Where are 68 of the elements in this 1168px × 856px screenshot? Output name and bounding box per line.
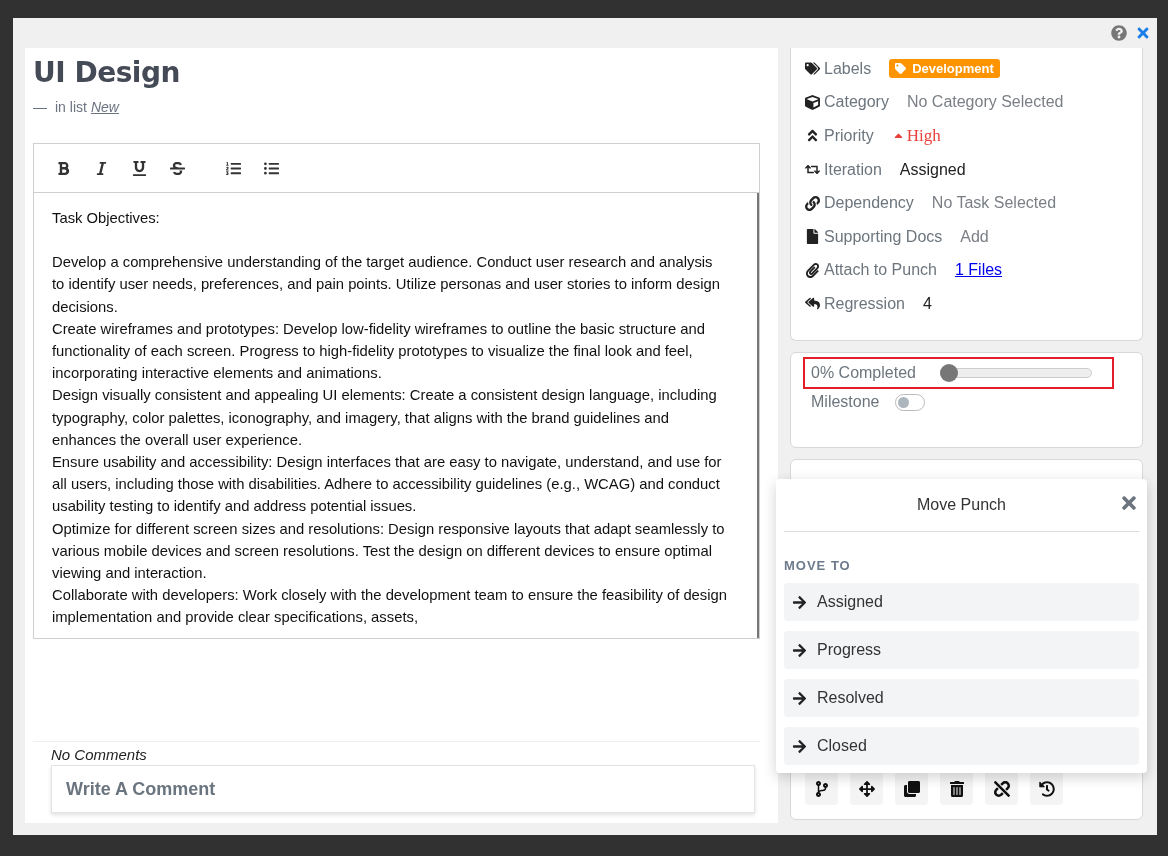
detail-label: Category — [824, 93, 889, 112]
comment-field[interactable]: Write A Comment — [51, 765, 755, 813]
branch-icon — [813, 780, 830, 797]
detail-label: Labels — [824, 59, 872, 78]
copy-button[interactable] — [895, 772, 928, 805]
detail-label: Priority — [824, 127, 874, 145]
editor-paragraph: Ensure usability and accessibility: Design interfaces that are easy to navigate, understand, and use for all users, including those with disabilities. Adhere to accessibility guidelines (e.g., WCAG) and conduct usability testing to identify and address potential issues. — [52, 453, 723, 517]
detail-label: Supporting Docs — [824, 227, 943, 246]
list-link[interactable]: New — [90, 99, 119, 115]
editor-paragraph: Create wireframes and prototypes: Develop low-fidelity wireframes to outline the basic structure and functionality of each screen. Progress to high-fidelity prototypes to visualize the final look and feel, incorporating interactive elements and animations. — [52, 319, 706, 384]
file-icon — [805, 229, 820, 245]
tag-text: Development — [912, 61, 994, 77]
detail-label: Dependency — [824, 194, 914, 213]
detail-value: No Task Selected — [931, 194, 1057, 213]
arrow-right-icon — [792, 642, 807, 658]
rich-text-editor[interactable] — [33, 143, 760, 639]
detail-value: No Category Selected — [906, 93, 1064, 112]
move-option[interactable]: Assigned — [784, 583, 1139, 621]
editor-paragraph: Task Objectives: — [52, 209, 161, 228]
history-icon — [1038, 780, 1055, 797]
arrow-right-icon — [792, 738, 807, 754]
trash-icon — [948, 780, 965, 797]
close-icon[interactable] — [1135, 25, 1151, 41]
branch-button[interactable] — [805, 772, 838, 805]
progress-label: 0% Completed — [811, 364, 916, 382]
tags-icon — [805, 61, 820, 77]
move-option[interactable]: Progress — [784, 631, 1139, 669]
progress-slider[interactable] — [939, 364, 1092, 382]
unlink-button[interactable] — [985, 772, 1018, 805]
arrow-right-icon — [792, 690, 807, 706]
trash-button[interactable] — [940, 772, 973, 805]
milestone-switch[interactable] — [895, 393, 926, 411]
copy-icon — [903, 780, 920, 797]
editor-paragraph: Optimize for different screen sizes and resolutions: Design responsive layouts that adapt seamlessly to various mobile devices and screen resolutions. Test the design on different devices to ensure optimal viewing and interaction. — [52, 519, 726, 584]
link-icon — [805, 195, 820, 211]
popover-title: Move Punch — [917, 496, 1006, 514]
detail-label: Regression — [824, 294, 905, 313]
no-comments-text: No Comments — [51, 746, 148, 763]
tag-icon — [895, 63, 907, 75]
task-title: UI Design — [33, 56, 181, 89]
move-button[interactable] — [850, 772, 883, 805]
detail-value: Assigned — [899, 160, 966, 179]
detail-label: Iteration — [824, 160, 882, 179]
double-chevron-up-icon — [805, 128, 820, 144]
move-option[interactable]: Closed — [784, 727, 1139, 765]
history-button[interactable] — [1030, 772, 1063, 805]
arrow-right-icon — [792, 594, 807, 610]
move-icon — [858, 780, 875, 797]
section-heading: MOVE TO — [784, 558, 852, 573]
milestone-label: Milestone — [811, 393, 880, 411]
move-option[interactable]: Resolved — [784, 679, 1139, 717]
close-icon[interactable] — [1119, 493, 1139, 513]
dash: — — [33, 99, 47, 115]
reply-all-icon — [805, 296, 820, 312]
editor-paragraph: Design visually consistent and appealing UI elements: Create a consistent design language, including typography, color palettes, iconography, and imagery, that aligns with the brand guidelines and enhances the overall user experience. — [52, 386, 718, 450]
paperclip-icon — [805, 262, 820, 278]
priority-text: High — [906, 126, 941, 146]
files-link[interactable]: 1 Files — [954, 261, 1003, 280]
editor-paragraph: Collaborate with developers: Work closely with the development team to ensure the feasibility of design implementation and provide clear specifications, assets, — [52, 586, 727, 628]
slider-thumb[interactable] — [939, 364, 958, 382]
detail-value: Add — [960, 227, 989, 246]
detail-label: Attach to Punch — [824, 261, 937, 280]
unlink-icon — [993, 780, 1010, 797]
list-label: in list — [55, 99, 87, 115]
help-icon[interactable] — [1111, 25, 1127, 41]
cube-icon — [805, 94, 820, 110]
detail-value: 4 — [922, 294, 932, 313]
editor-paragraph: Develop a comprehensive understanding of the target audience. Conduct user research and analysis to identify user needs, preferences, and pain points. Utilize personas and user stories to inform design decisions. — [52, 253, 721, 317]
